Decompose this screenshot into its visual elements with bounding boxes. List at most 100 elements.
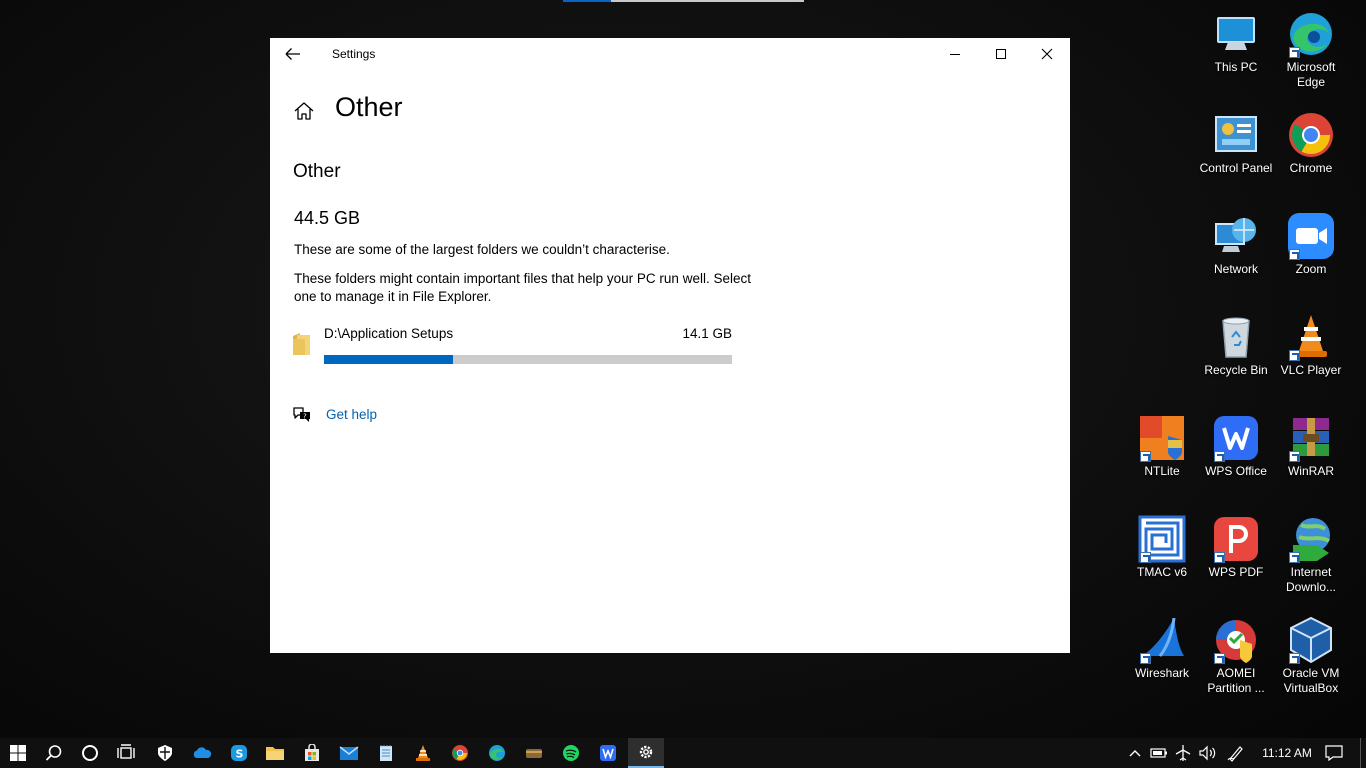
battery-indicator[interactable] [1148, 738, 1170, 768]
virtualbox-icon [1287, 616, 1335, 664]
zoom-icon [1287, 212, 1335, 260]
ntlite-icon [1138, 414, 1186, 462]
onedrive-icon [193, 747, 212, 758]
battery-icon [1150, 748, 1167, 758]
wps-pdf-icon [1212, 515, 1260, 563]
minimize-icon [950, 54, 960, 55]
taskbar-windows-security[interactable] [147, 738, 183, 768]
cortana-button[interactable] [72, 738, 108, 768]
desktop-icon-wps-pdf[interactable]: WPS PDF [1199, 515, 1273, 580]
back-arrow-icon [285, 48, 300, 60]
taskbar-onedrive[interactable] [184, 738, 220, 768]
taskbar-vlc[interactable] [405, 738, 441, 768]
volume-indicator[interactable] [1196, 738, 1220, 768]
minimize-button[interactable] [932, 38, 978, 70]
desktop-icon-virtualbox[interactable]: Oracle VM VirtualBox [1274, 616, 1348, 696]
home-icon[interactable] [292, 100, 316, 122]
taskbar-spotify[interactable] [553, 738, 589, 768]
desktop-icon-microsoft-edge[interactable]: Microsoft Edge [1274, 10, 1348, 90]
recycle-bin-icon [1212, 313, 1260, 361]
wireshark-icon [1138, 616, 1186, 664]
help-chat-icon: ? [292, 406, 312, 424]
aomei-icon [1212, 616, 1260, 664]
edge-icon [489, 745, 505, 761]
svg-text:?: ? [303, 413, 307, 421]
drive-icon [526, 749, 542, 758]
taskbar-settings[interactable] [628, 738, 664, 768]
window-title: Settings [332, 47, 376, 61]
taskbar-file-explorer[interactable] [257, 738, 293, 768]
wps-office-icon [1212, 414, 1260, 462]
desktop-icon-ntlite[interactable]: NTLite [1125, 414, 1199, 479]
desktop-icon-vlc-player[interactable]: VLC Player [1274, 313, 1348, 378]
search-button[interactable] [36, 738, 72, 768]
show-hidden-icons-button[interactable] [1124, 738, 1146, 768]
airplane-icon [1175, 745, 1191, 761]
desktop-icon-zoom[interactable]: Zoom [1274, 212, 1348, 277]
winrar-icon [1287, 414, 1335, 462]
airplane-mode-indicator[interactable] [1172, 738, 1194, 768]
control-panel-icon [1212, 111, 1260, 159]
wps-office-icon [600, 745, 616, 761]
desktop-icon-chrome[interactable]: Chrome [1274, 111, 1348, 176]
folder-icon [266, 747, 284, 760]
taskbar-mail[interactable] [331, 738, 367, 768]
taskbar-clock[interactable]: 11:12 AM [1250, 738, 1324, 768]
folder-item[interactable]: D:\Application Setups 14.1 GB [292, 321, 734, 369]
folder-size: 14.1 GB [682, 326, 732, 341]
close-button[interactable] [1024, 38, 1070, 70]
desktop-icon-network[interactable]: Network [1199, 212, 1273, 277]
desktop-icon-wps-office[interactable]: WPS Office [1199, 414, 1273, 479]
title-bar[interactable]: Settings [270, 38, 1070, 70]
description-text: These are some of the largest folders we… [294, 242, 670, 257]
cortana-icon [82, 745, 98, 761]
gear-icon [639, 745, 653, 759]
notification-icon [1325, 745, 1343, 761]
windows-logo-icon [10, 745, 26, 761]
chevron-up-icon [1129, 750, 1141, 757]
taskbar-chrome[interactable] [442, 738, 478, 768]
taskbar: S 11:12 AM [0, 738, 1366, 768]
desktop-icon-wireshark[interactable]: Wireshark [1125, 616, 1199, 681]
task-view-button[interactable] [108, 738, 144, 768]
pen-workspace-button[interactable] [1224, 738, 1248, 768]
action-center-button[interactable] [1322, 738, 1346, 768]
skype-icon: S [231, 745, 247, 761]
maximize-icon [996, 49, 1006, 59]
search-icon [45, 745, 62, 761]
notepad-icon [380, 745, 392, 761]
taskbar-microsoft-store[interactable] [294, 738, 330, 768]
desktop-icon-recycle-bin[interactable]: Recycle Bin [1199, 313, 1273, 378]
start-button[interactable] [0, 738, 36, 768]
desktop-icon-tmac[interactable]: TMAC v6 [1125, 515, 1199, 580]
vlc-icon [416, 745, 430, 761]
settings-window: Settings Other Other 44.5 GB These are s… [270, 38, 1070, 653]
taskbar-app-drive[interactable] [516, 738, 552, 768]
edge-icon [1287, 10, 1335, 58]
desktop-icon-winrar[interactable]: WinRAR [1274, 414, 1348, 479]
this-pc-icon [1212, 10, 1260, 58]
folder-usage-bar [324, 355, 732, 364]
desktop-icon-this-pc[interactable]: This PC [1199, 10, 1273, 75]
show-desktop-button[interactable] [1360, 738, 1366, 768]
desktop-icon-control-panel[interactable]: Control Panel [1199, 111, 1273, 176]
task-view-icon [117, 744, 135, 759]
taskbar-edge[interactable] [479, 738, 515, 768]
store-icon [305, 744, 319, 761]
get-help-link[interactable]: Get help [326, 407, 377, 422]
back-button[interactable] [282, 44, 304, 64]
folder-usage-fill [324, 355, 454, 364]
folder-name: D:\Application Setups [324, 326, 454, 341]
network-icon [1212, 212, 1260, 260]
tmac-icon [1138, 515, 1186, 563]
speaker-icon [1199, 745, 1216, 761]
folder-icon [292, 331, 312, 357]
desktop-icon-internet-download-manager[interactable]: Internet Downlo... [1274, 515, 1348, 595]
taskbar-wps-office[interactable] [590, 738, 626, 768]
maximize-button[interactable] [978, 38, 1024, 70]
desktop-icon-aomei-partition[interactable]: AOMEI Partition ... [1199, 616, 1273, 696]
taskbar-notepad[interactable] [368, 738, 404, 768]
page-title: Other [335, 92, 403, 122]
svg-text:S: S [236, 748, 244, 761]
taskbar-skype[interactable]: S [221, 738, 257, 768]
